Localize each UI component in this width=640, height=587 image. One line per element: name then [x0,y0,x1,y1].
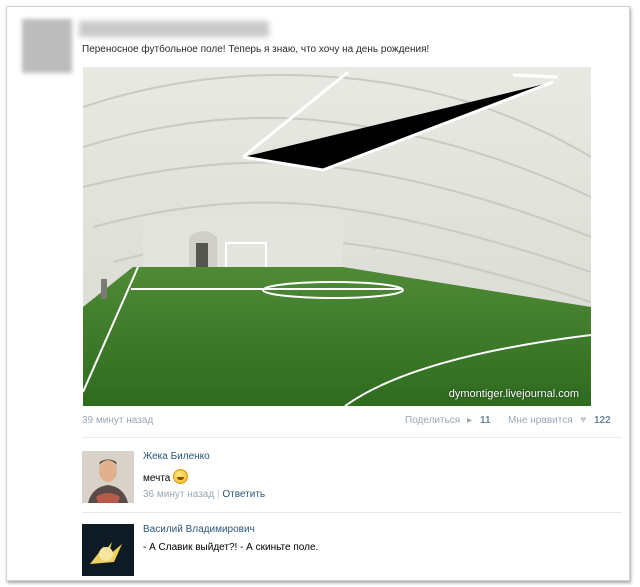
comment-avatar[interactable] [82,524,134,576]
comments-divider [82,512,622,513]
avatar-image [82,524,134,576]
post-photo[interactable]: dymontiger.livejournal.com [83,67,591,406]
post-footer: 39 минут назад Поделиться ▸ 11 Мне нрави… [82,414,618,429]
post-text: Переносное футбольное поле! Теперь я зна… [82,44,430,55]
comments-divider [82,437,622,438]
reply-button[interactable]: Ответить [222,489,265,500]
megaphone-icon[interactable]: ▸ [467,415,472,426]
poster-name-blurred[interactable] [79,21,269,37]
smiley-icon [173,469,189,484]
photo-watermark: dymontiger.livejournal.com [448,388,579,400]
share-count: 11 [480,415,491,426]
heart-icon[interactable]: ♥ [580,414,587,426]
comment-avatar[interactable] [82,451,134,503]
comment-text: мечта [143,469,189,484]
like-button[interactable]: Мне нравится [508,415,573,426]
football-dome-photo [83,67,591,406]
avatar-image [82,451,134,503]
like-count: 122 [594,415,611,426]
meta-separator: | [216,489,220,500]
comment-author[interactable]: Жека Биленко [143,451,210,462]
poster-avatar[interactable] [22,19,72,73]
comment-meta: 36 минут назад | Ответить [143,489,265,500]
post-card: Переносное футбольное поле! Теперь я зна… [6,6,630,581]
comment-time[interactable]: 36 минут назад [143,489,214,500]
comment-text-content: мечта [143,473,171,484]
comment-author[interactable]: Василий Владимирович [143,524,255,535]
comment-text: - А Славик выйдет?! - А скиньте поле. [143,542,319,553]
post-time[interactable]: 39 минут назад [82,415,153,426]
share-button[interactable]: Поделиться [405,415,460,426]
